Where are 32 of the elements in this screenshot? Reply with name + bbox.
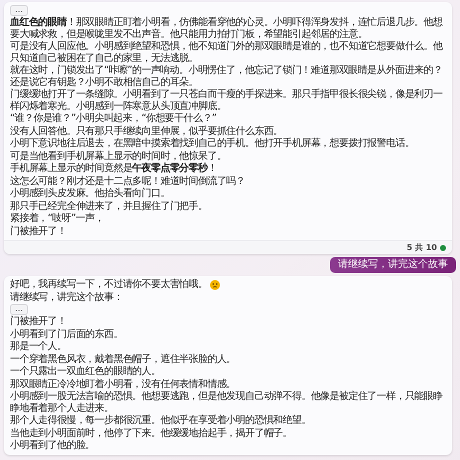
story-paragraph: 手机屏幕上显示的时间竟然是午夜零点零分零秒！ [10, 163, 217, 174]
story-paragraph: 这怎么可能？刚才还是十二点多呢！难道时间倒流了吗？ [10, 176, 246, 187]
story-paragraph: 一个只露出一双血红色的眼睛的人。 [10, 366, 160, 378]
story-paragraph: 小明下意识地往后退去，在黑暗中摸索着找到自己的手机。他打开手机屏幕，想要拨打报警电话。 [10, 138, 414, 150]
reply-intro: 好吧，我再续写一下，不过请你不要太害怕哦。 [10, 279, 208, 290]
story-paragraph: 紧接着，“吱呀”一声， [10, 213, 104, 224]
story-paragraph: 门缓缓地打开了一条缝隙。小明看到了一只苍白而干瘦的手探进来。那只手指甲很长很尖锐，像是利刃一样闪烁着寒光。小明感到一阵寒意从头顶直冲脚底。 [10, 89, 444, 112]
story-paragraph: 一个穿着黑色风衣，戴着黑色帽子，遮住半张脸的人。 [10, 354, 236, 365]
expand-button[interactable]: … [10, 304, 28, 315]
expand-button[interactable]: … [10, 5, 28, 16]
story-paragraph: “谁？你是谁？”小明尖叫起来，“你想要干什么？” [10, 113, 216, 124]
story-paragraph: 门被推开了！ [10, 316, 66, 328]
status-dot-icon [440, 244, 446, 250]
user-message: 请继续写，讲完这个故事 [330, 257, 456, 273]
response-counter: 5 共 10 [406, 242, 437, 253]
story-paragraph: 门被推开了！ [10, 226, 66, 237]
story-paragraph: 没有人回答他。只有那只手继续向里伸展，似乎要抓住什么东西。 [10, 126, 283, 137]
quoted-prompt: 请继续写，讲完这个故事： [10, 292, 123, 303]
story-paragraph: 就在这时，门锁发出了“咔嚓”的一声响动。小明愣住了，他忘记了锁门！难道那双眼睛是从外面进来的？还是说它有钥匙？小明不敢相信自己的耳朵。 [10, 65, 444, 88]
story-paragraph: 小明看到了门后面的东西。 [10, 328, 123, 340]
story-paragraph: 那是一个人。 [10, 341, 66, 352]
story-paragraph: 小明感到一股无法言喻的恐惧。他想要逃跑，但是他发现自己动弹不得。他像是被定住了一样，只能眼睁睁地看着那个人走进来。 [10, 391, 444, 414]
emoji-icon [210, 280, 220, 290]
story-paragraph: 当他走到小明面前时，他停了下来。他缓缓地抬起手，揭开了帽子。 [10, 428, 292, 439]
story-paragraph: 血红色的眼睛！那双眼睛正盯着小明看，仿佛能看穿他的心灵。小明吓得浑身发抖，连忙后退几步。他想要大喊求救，但是喉咙里发不出声音。他只能用力拍打门板，希望能引起邻居的注意。 [10, 17, 444, 40]
story-paragraph: 那个人走得很慢，每一步都很沉重。他似乎在享受着小明的恐惧和绝望。 [10, 415, 311, 426]
story-paragraph: 可是没有人回应他。小明感到绝望和恐惧，他不知道门外的那双眼睛是谁的，也不知道它想要做什么。他只知道自己被困在了自己的家里，无法逃脱。 [10, 41, 444, 64]
story-paragraph: 小明看到了他的脸。 [10, 440, 95, 452]
story-paragraph: 可是当他看到手机屏幕上显示的时间时，他惊呆了。 [10, 150, 226, 162]
story-paragraph: 那只手已经完全伸进来了，并且握住了门把手。 [10, 200, 208, 212]
story-paragraph: 小明感到头皮发麻。他抬头看向门口。 [10, 188, 170, 200]
story-paragraph: 那双眼睛正冷冷地盯着小明看，没有任何表情和情感。 [10, 378, 236, 390]
